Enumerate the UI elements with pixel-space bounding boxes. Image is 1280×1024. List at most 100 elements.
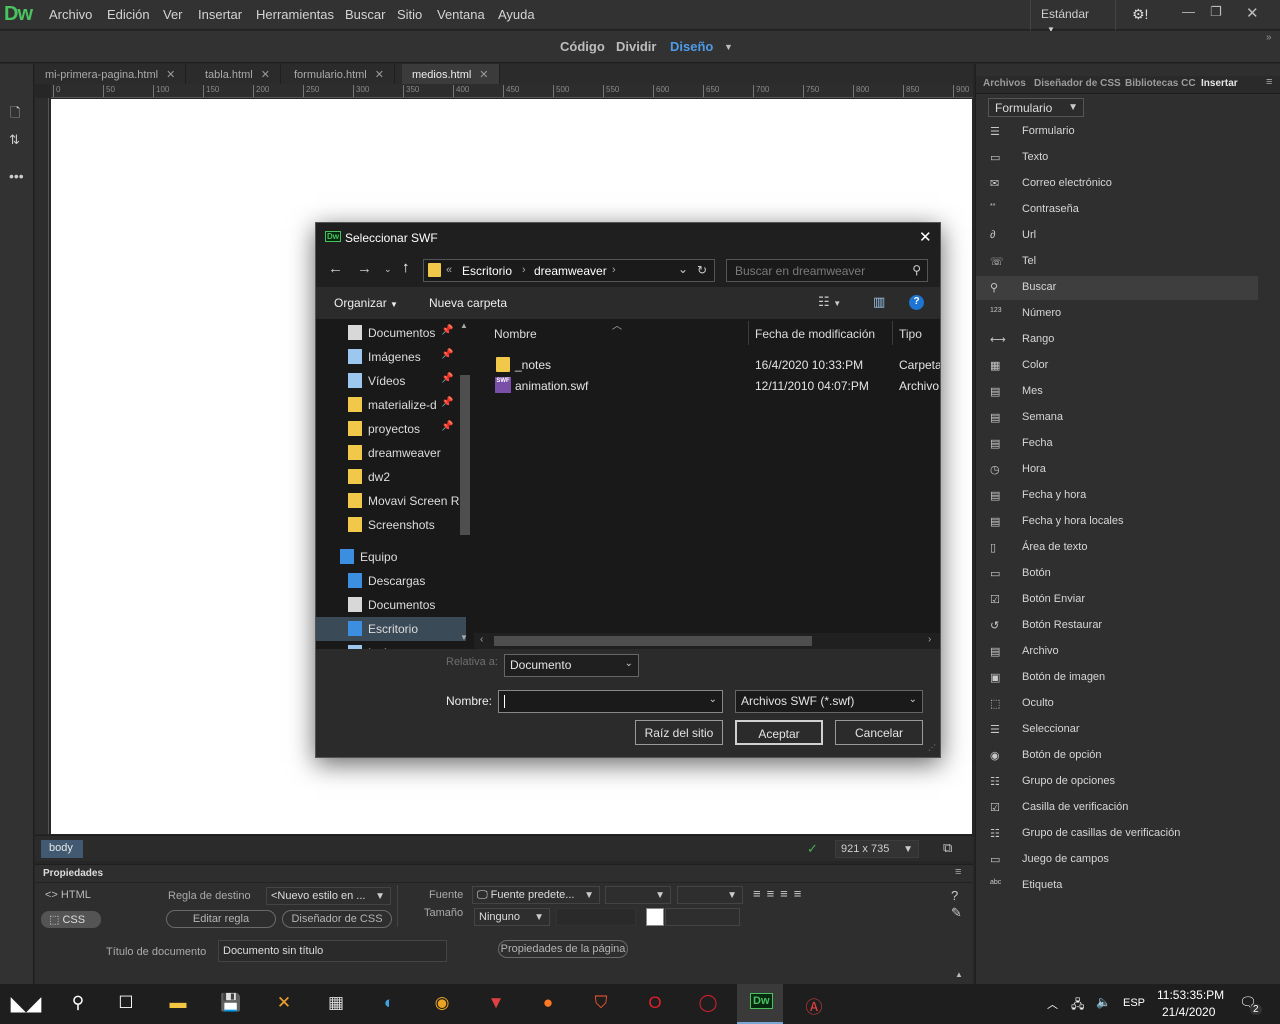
nav-item-computer[interactable]: Equipo xyxy=(316,545,466,569)
nav-scrollbar[interactable]: ▲ ▼ xyxy=(458,319,472,649)
nav-item[interactable]: Imágenes 📌 xyxy=(316,345,466,369)
tab-cc-libraries[interactable]: Bibliotecas CC xyxy=(1125,78,1196,89)
menu-sitio[interactable]: Sitio xyxy=(397,7,422,22)
clock-date[interactable]: 21/4/2020 xyxy=(1162,1005,1215,1019)
start-logo-icon[interactable]: ◣◢ xyxy=(10,988,42,1016)
nav-item[interactable]: Documentos xyxy=(316,593,466,617)
tag-selector-body[interactable]: body xyxy=(41,840,83,858)
size-select[interactable]: Ninguno ▼ xyxy=(474,908,550,926)
insert-item[interactable]: ◷ Hora xyxy=(976,458,1258,482)
insert-item[interactable]: ▭ Botón xyxy=(976,562,1258,586)
file-icon[interactable]: 🗋 xyxy=(10,104,20,126)
gear-icon[interactable]: ⚙! xyxy=(1132,6,1148,23)
insert-item[interactable]: ☰ Formulario xyxy=(976,120,1258,144)
search-input[interactable]: Buscar en dreamweaver ⚲ xyxy=(726,259,928,282)
insert-item[interactable]: ⚲ Buscar xyxy=(976,276,1258,300)
close-icon[interactable]: ✕ xyxy=(261,69,270,81)
close-icon[interactable]: ✕ xyxy=(1246,4,1259,22)
back-arrow-icon[interactable]: ← xyxy=(328,260,343,277)
menu-insertar[interactable]: Insertar xyxy=(198,7,242,22)
view-code-button[interactable]: Código xyxy=(560,39,605,54)
insert-item[interactable]: ↺ Botón Restaurar xyxy=(976,614,1258,638)
insert-item[interactable]: ▦ Color xyxy=(976,354,1258,378)
scroll-up-icon[interactable]: ▲ xyxy=(460,321,468,330)
edit-icon[interactable]: ✎ xyxy=(951,905,962,921)
insert-item[interactable]: ✉ Correo electrónico xyxy=(976,172,1258,196)
nav-item[interactable]: materialize-d 📌 xyxy=(316,393,466,417)
insert-item[interactable]: ∂ Url xyxy=(976,224,1258,248)
column-modified[interactable]: Fecha de modificación xyxy=(755,327,875,341)
font-weight-select[interactable]: ▼ xyxy=(677,886,743,904)
pin-icon[interactable]: 📌 xyxy=(441,349,453,360)
font-style-select[interactable]: ▼ xyxy=(605,886,671,904)
html-mode-button[interactable]: <> HTML xyxy=(45,889,91,901)
css-designer-button[interactable]: Diseñador de CSS xyxy=(282,910,392,928)
language-indicator[interactable]: ESP xyxy=(1123,997,1145,1009)
opera-browser-icon[interactable]: O xyxy=(639,990,671,1018)
pin-icon[interactable]: 📌 xyxy=(441,325,453,336)
minimize-icon[interactable]: — xyxy=(1182,4,1195,19)
close-icon[interactable]: ✕ xyxy=(919,228,932,246)
insert-item[interactable]: ⬚ Oculto xyxy=(976,692,1258,716)
insert-item[interactable]: ▤ Fecha xyxy=(976,432,1258,456)
nav-item[interactable]: Screenshots xyxy=(316,513,466,537)
menu-ver[interactable]: Ver xyxy=(163,7,183,22)
page-properties-button[interactable]: Propiedades de la página xyxy=(498,940,628,958)
insert-category-select[interactable]: Formulario ▼ xyxy=(988,98,1084,117)
app-a-icon[interactable]: Ⓐ xyxy=(798,990,830,1018)
scrollbar-thumb[interactable] xyxy=(494,636,812,646)
file-type-filter-select[interactable]: Archivos SWF (*.swf) ⌄ xyxy=(735,690,923,713)
nav-item[interactable]: Descargas xyxy=(316,569,466,593)
expand-icon[interactable]: ▲ xyxy=(955,970,963,979)
filename-input[interactable]: ⌄ xyxy=(498,690,723,713)
chevron-up-icon[interactable]: ︿ xyxy=(1047,996,1058,1012)
color-swatch[interactable] xyxy=(646,908,664,926)
view-options-icon[interactable]: ☷ ▼ xyxy=(818,294,841,310)
ok-button[interactable]: Aceptar xyxy=(735,720,823,745)
sort-icon[interactable]: ⇅ xyxy=(9,132,20,148)
nav-item[interactable]: Escritorio xyxy=(316,617,466,641)
window-size-select[interactable]: 921 x 735 ▼ xyxy=(835,840,919,858)
network-icon[interactable]: 🖧 xyxy=(1071,995,1084,1016)
tab-archivos[interactable]: Archivos xyxy=(983,78,1026,89)
menu-herramientas[interactable]: Herramientas xyxy=(256,7,334,22)
doc-title-input[interactable]: Documento sin título xyxy=(218,940,447,962)
view-split-button[interactable]: Dividir xyxy=(616,39,656,54)
close-icon[interactable]: ✕ xyxy=(166,69,175,81)
breadcrumb-escritorio[interactable]: Escritorio xyxy=(462,264,512,278)
menu-edicion[interactable]: Edición xyxy=(107,7,150,22)
tab-formulario[interactable]: formulario.html ✕ xyxy=(284,64,395,84)
insert-item[interactable]: ** Contraseña xyxy=(976,198,1258,222)
edit-rule-button[interactable]: Editar regla xyxy=(166,910,276,928)
forward-arrow-icon[interactable]: → xyxy=(357,260,372,277)
menu-ventana[interactable]: Ventana xyxy=(437,7,485,22)
task-view-icon[interactable]: ☐ xyxy=(110,990,142,1018)
insert-item[interactable]: ◉ Botón de opción xyxy=(976,744,1258,768)
volume-icon[interactable]: 🔈 xyxy=(1096,995,1111,1009)
menu-ayuda[interactable]: Ayuda xyxy=(498,7,535,22)
address-field[interactable]: « Escritorio › dreamweaver › ⌄ ↻ xyxy=(423,259,715,282)
css-mode-button[interactable]: ⬚ CSS xyxy=(41,911,101,928)
chevron-down-icon[interactable]: ⌄ xyxy=(678,262,688,276)
column-type[interactable]: Tipo xyxy=(899,327,922,341)
color-input[interactable] xyxy=(665,908,740,926)
insert-item[interactable]: ☑ Botón Enviar xyxy=(976,588,1258,612)
scrollbar-thumb[interactable] xyxy=(460,375,470,535)
scroll-down-icon[interactable]: ▼ xyxy=(460,633,468,642)
refresh-icon[interactable]: ↻ xyxy=(697,263,707,277)
resize-grip-icon[interactable]: ⋰ xyxy=(928,743,936,752)
file-row[interactable]: _notes 16/4/2020 10:33:PM Carpeta xyxy=(474,355,940,375)
pin-icon[interactable]: 📌 xyxy=(441,397,453,408)
insert-item[interactable]: ☷ Grupo de casillas de verificación xyxy=(976,822,1258,846)
nav-item[interactable]: proyectos 📌 xyxy=(316,417,466,441)
edge-browser-icon[interactable]: ◐ xyxy=(373,990,405,1018)
file-explorer-icon[interactable]: ▬ xyxy=(162,990,194,1018)
scroll-left-icon[interactable]: ‹ xyxy=(480,634,483,645)
insert-item[interactable]: ▭ Juego de campos xyxy=(976,848,1258,872)
calculator-icon[interactable]: ▦ xyxy=(320,990,352,1018)
search-icon[interactable]: ⚲ xyxy=(62,990,94,1018)
insert-item[interactable]: ⟷ Rango xyxy=(976,328,1258,352)
help-icon[interactable]: ? xyxy=(951,888,958,903)
file-row[interactable]: SWF animation.swf 12/11/2010 04:07:PM Ar… xyxy=(474,376,940,396)
font-select[interactable]: 🖵 Fuente predete... ▼ xyxy=(472,886,600,904)
